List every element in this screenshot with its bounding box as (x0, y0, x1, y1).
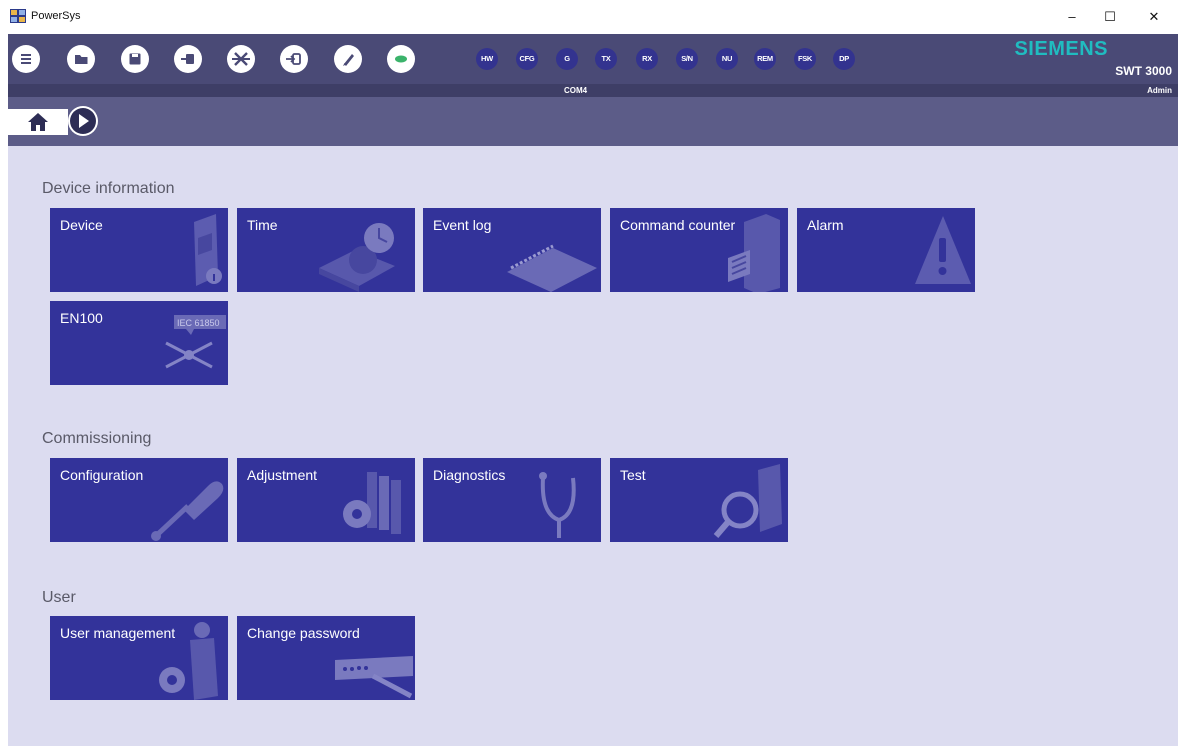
section-title-user: User (42, 589, 76, 606)
app-header: HW CFG G TX RX S/N NU REM FSK DP SIEMENS… (8, 34, 1178, 84)
magnifier-icon (713, 464, 782, 538)
maximize-button[interactable]: ☐ (1092, 6, 1128, 28)
com-port-label: COM4 (564, 86, 588, 95)
status-green-icon (395, 55, 407, 63)
disconnect-button[interactable] (227, 45, 255, 73)
user-gear-icon (159, 622, 218, 700)
title-bar: PowerSys – ☐ ✕ (0, 0, 1178, 34)
play-arrow-icon (70, 108, 96, 134)
warning-icon (915, 216, 971, 284)
tile-test[interactable]: Test (610, 458, 788, 542)
tile-device[interactable]: Device (50, 208, 228, 292)
edit-icon (343, 54, 354, 66)
tile-label: Event log (433, 217, 492, 233)
notebook-icon (507, 244, 597, 292)
app-icon (10, 9, 26, 23)
window-title: PowerSys (31, 10, 81, 22)
login-button[interactable] (280, 45, 308, 73)
menu-button[interactable] (12, 45, 40, 73)
device-info-icon (194, 214, 222, 286)
save-icon (129, 53, 141, 65)
tile-alarm[interactable]: Alarm (797, 208, 975, 292)
iec-61850-icon (165, 315, 226, 369)
forward-button[interactable] (68, 106, 98, 136)
tile-label: Adjustment (247, 467, 318, 483)
disconnect-icon (232, 52, 250, 66)
save-button[interactable] (121, 45, 149, 73)
tile-label: EN100 (60, 310, 103, 326)
user-role-label: Admin (1147, 86, 1172, 95)
stethoscope-icon (539, 472, 576, 538)
status-bar: COM4 Admin (8, 84, 1178, 97)
screwdriver-icon (151, 481, 224, 541)
tile-label: Alarm (807, 217, 844, 233)
tile-time[interactable]: Time (237, 208, 415, 292)
folder-open-icon (75, 55, 88, 64)
home-button[interactable] (8, 109, 68, 135)
section-title-device-information: Device information (42, 180, 175, 197)
status-pill-rx[interactable]: RX (636, 48, 658, 70)
close-button[interactable]: ✕ (1136, 6, 1172, 28)
tile-command-counter[interactable]: Command counter (610, 208, 788, 292)
tile-configuration[interactable]: Configuration (50, 458, 228, 542)
password-field-icon (335, 656, 413, 699)
file-cabinet-icon (728, 214, 780, 292)
status-pill-cfg[interactable]: CFG (516, 48, 538, 70)
nav-bar (8, 97, 1178, 146)
status-pill-nu[interactable]: NU (716, 48, 738, 70)
app-window: PowerSys – ☐ ✕ HW CFG G TX RX S/N NU REM… (0, 0, 1178, 746)
status-pill-g[interactable]: G (556, 48, 578, 70)
tile-en100[interactable]: EN100 IEC 61850 (50, 301, 228, 385)
status-pill-fsk[interactable]: FSK (794, 48, 816, 70)
tile-label: Device (60, 217, 103, 233)
device-connect-button[interactable] (174, 45, 202, 73)
tile-diagnostics[interactable]: Diagnostics (423, 458, 601, 542)
tile-label: Test (620, 467, 646, 483)
status-button[interactable] (387, 45, 415, 73)
login-icon (286, 53, 301, 65)
iec-badge: IEC 61850 (177, 318, 220, 328)
status-pill-sn[interactable]: S/N (676, 48, 698, 70)
minimize-button[interactable]: – (1054, 6, 1090, 28)
status-pill-hw[interactable]: HW (476, 48, 498, 70)
status-pill-tx[interactable]: TX (595, 48, 617, 70)
open-button[interactable] (67, 45, 95, 73)
tile-label: Time (247, 217, 278, 233)
tile-label: Diagnostics (433, 467, 506, 483)
tile-event-log[interactable]: Event log (423, 208, 601, 292)
product-name: SWT 3000 (1115, 64, 1172, 78)
tile-change-password[interactable]: Change password (237, 616, 415, 700)
tile-user-management[interactable]: User management (50, 616, 228, 700)
device-connect-icon (181, 54, 194, 64)
tile-adjustment[interactable]: Adjustment (237, 458, 415, 542)
gear-books-icon (343, 472, 401, 534)
main-content: Device information Device Time Event log (8, 146, 1178, 746)
brand-logo: SIEMENS (1014, 38, 1108, 60)
section-title-commissioning: Commissioning (42, 430, 152, 447)
home-icon (28, 113, 48, 131)
clock-icon (319, 223, 395, 292)
status-pill-rem[interactable]: REM (754, 48, 776, 70)
status-pill-dp[interactable]: DP (833, 48, 855, 70)
edit-button[interactable] (334, 45, 362, 73)
menu-icon (21, 54, 31, 64)
